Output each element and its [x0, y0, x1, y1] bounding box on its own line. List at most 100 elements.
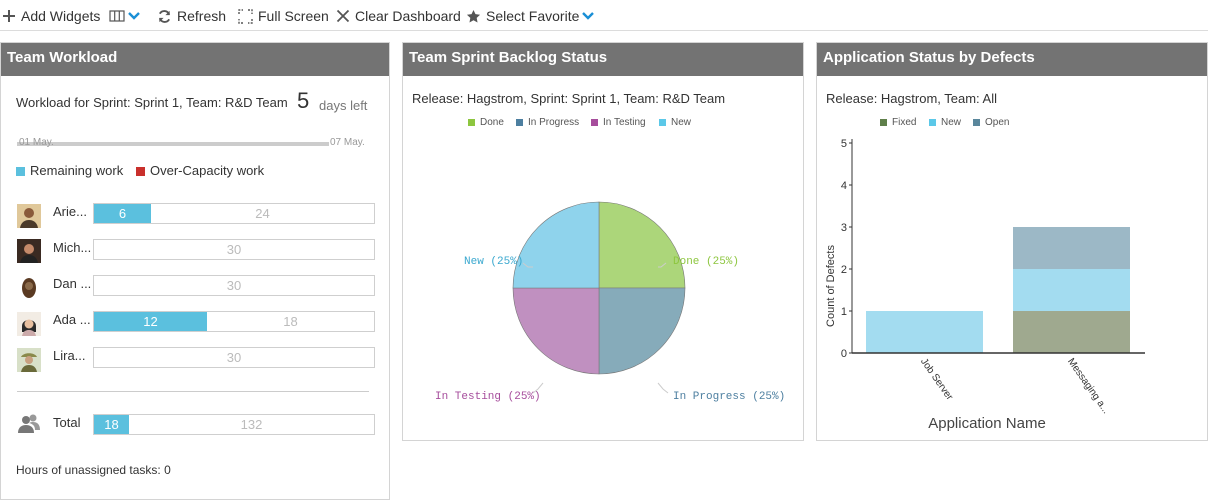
sprint-end-date: 07 May. — [330, 137, 365, 148]
full-screen-button[interactable]: Full Screen — [238, 2, 329, 30]
columns-icon — [109, 9, 125, 23]
star-icon — [466, 9, 481, 24]
legend-fixed[interactable]: Fixed — [880, 117, 916, 128]
avatar — [17, 239, 41, 263]
y-tick-label: 4 — [841, 180, 847, 192]
fullscreen-icon — [238, 8, 253, 24]
workload-bar[interactable]: 30 — [93, 239, 375, 260]
legend-over-capacity: Over-Capacity work — [136, 163, 264, 178]
y-tick-label: 0 — [841, 348, 847, 360]
y-tick-label: 2 — [841, 264, 847, 276]
widget-title[interactable]: Application Status by Defects — [817, 43, 1207, 76]
member-row: Dan ... 30 — [1, 273, 389, 309]
full-screen-label: Full Screen — [258, 8, 329, 24]
bar-segment-new[interactable] — [866, 311, 983, 353]
unassigned-tasks-text: Hours of unassigned tasks: 0 — [16, 463, 171, 477]
sprint-start-date: 01 May. — [19, 137, 54, 148]
add-widgets-label: Add Widgets — [21, 8, 101, 24]
bar-segment-open[interactable] — [1013, 227, 1130, 269]
member-name[interactable]: Arie... — [53, 204, 87, 219]
defects-bar-chart: 0 1 2 3 4 5 Job Server Messaging a... Count of… — [825, 138, 1145, 432]
legend-new[interactable]: New — [929, 117, 961, 128]
slice-label-new: New (25%) — [464, 256, 523, 268]
slice-label-in-testing: In Testing (25%) — [435, 391, 541, 403]
bar-segment-fixed[interactable] — [1013, 311, 1130, 353]
pie-slice-new[interactable] — [512, 201, 600, 289]
slice-label-done: Done (25%) — [673, 256, 739, 268]
bars-group — [866, 227, 1130, 353]
member-name[interactable]: Mich... — [53, 240, 91, 255]
workload-bar[interactable]: 30 — [93, 275, 375, 296]
member-row: Mich... 30 — [1, 237, 389, 273]
capacity-value: 30 — [226, 242, 242, 257]
pie-slices — [512, 201, 686, 375]
capacity-value: 30 — [226, 350, 242, 365]
select-favorite-button[interactable]: Select Favorite — [466, 2, 595, 30]
open-swatch — [973, 118, 980, 126]
pie-slice-in-progress[interactable] — [598, 287, 686, 375]
avatar — [17, 312, 41, 336]
team-workload-widget: Team Workload Workload for Sprint: Sprin… — [0, 42, 390, 500]
y-tick-label: 5 — [841, 138, 847, 150]
workload-bar[interactable]: 30 — [93, 347, 375, 368]
leader-line — [657, 382, 669, 394]
workload-bar[interactable]: 6 24 — [93, 203, 375, 224]
capacity-value: 24 — [255, 206, 270, 221]
avatar — [17, 204, 41, 228]
y-tick-label: 1 — [841, 306, 847, 318]
select-favorite-label: Select Favorite — [486, 8, 580, 24]
pie-slice-in-testing[interactable] — [512, 287, 600, 375]
avatar — [17, 348, 41, 372]
legend-in-progress[interactable]: In Progress — [516, 117, 579, 128]
total-capacity-value: 132 — [240, 417, 263, 432]
backlog-pie-chart: Done (25%) New (25%) In Progress (25%) I… — [435, 201, 785, 403]
member-row: Ada ... 12 18 — [1, 309, 389, 345]
total-workload-bar[interactable]: 18 132 — [93, 414, 375, 435]
clear-dashboard-button[interactable]: Clear Dashboard — [336, 2, 461, 30]
refresh-label: Refresh — [177, 8, 227, 24]
capacity-value: 18 — [283, 314, 298, 329]
legend-remaining-work: Remaining work — [16, 163, 123, 178]
new-swatch — [659, 118, 666, 126]
defects-subtitle: Release: Hagstrom, Team: All — [826, 91, 997, 106]
avatar — [17, 276, 41, 300]
legend-open[interactable]: Open — [973, 117, 1009, 128]
add-widgets-button[interactable]: Add Widgets — [2, 2, 100, 30]
x-tick-label: Job Server — [918, 356, 955, 402]
member-name[interactable]: Lira... — [53, 348, 86, 363]
member-name[interactable]: Dan ... — [53, 276, 91, 291]
widget-title[interactable]: Team Sprint Backlog Status — [403, 43, 803, 76]
x-tick-label: Messaging a... — [1065, 356, 1111, 416]
bar-segment-new[interactable] — [1013, 269, 1130, 311]
sprint-backlog-widget: Team Sprint Backlog Status Release: Hags… — [402, 42, 804, 441]
dashboard-toolbar: Add Widgets Refresh Full Screen Clear Da… — [0, 0, 1208, 31]
refresh-icon — [157, 9, 172, 24]
workload-bar[interactable]: 12 18 — [93, 311, 375, 332]
days-left-label: days left — [319, 98, 368, 113]
remaining-fill: 12 — [94, 312, 207, 331]
x-axis-label: Application Name — [928, 415, 1046, 432]
remaining-fill: 6 — [94, 204, 151, 223]
slice-label-in-progress: In Progress (25%) — [673, 391, 785, 403]
legend-done[interactable]: Done — [468, 117, 504, 128]
chevron-down-icon — [128, 11, 140, 21]
divider — [17, 391, 369, 392]
widget-title[interactable]: Team Workload — [1, 43, 389, 76]
chevron-down-icon — [582, 11, 595, 21]
x-labels-group: Job Server Messaging a... — [918, 356, 1111, 416]
fixed-swatch — [880, 118, 887, 126]
total-remaining-fill: 18 — [94, 415, 129, 434]
legend-new[interactable]: New — [659, 117, 691, 128]
member-name[interactable]: Ada ... — [53, 312, 91, 327]
refresh-button[interactable]: Refresh — [157, 2, 226, 30]
new-swatch — [929, 118, 936, 126]
member-row: Lira... 30 — [1, 345, 389, 381]
clear-dashboard-label: Clear Dashboard — [355, 8, 461, 24]
in-progress-swatch — [516, 118, 523, 126]
layout-columns-button[interactable] — [109, 2, 140, 30]
legend-in-testing[interactable]: In Testing — [591, 117, 646, 128]
over-capacity-swatch — [136, 167, 145, 177]
pie-slice-done[interactable] — [598, 201, 686, 289]
y-ticks-group: 0 1 2 3 4 5 — [841, 138, 852, 360]
member-row: Arie... 6 24 — [1, 201, 389, 237]
